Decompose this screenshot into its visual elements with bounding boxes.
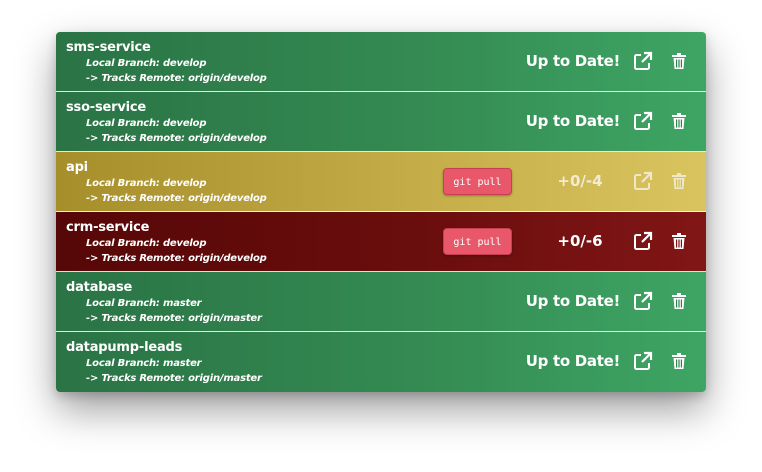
- status-text: Up to Date!: [525, 52, 621, 70]
- tracks-remote: -> Tracks Remote: origin/master: [86, 373, 262, 384]
- tracks-remote: -> Tracks Remote: origin/develop: [86, 133, 267, 144]
- repo-row-database: database Local Branch: master -> Tracks …: [56, 272, 706, 332]
- repo-name: database: [66, 280, 133, 295]
- status-text: Up to Date!: [525, 292, 621, 310]
- trash-icon[interactable]: [672, 113, 686, 129]
- external-link-icon[interactable]: [633, 111, 653, 131]
- git-pull-button[interactable]: git pull: [443, 228, 512, 255]
- local-branch: Local Branch: develop: [86, 58, 207, 69]
- repo-row-datapump-leads: datapump-leads Local Branch: master -> T…: [56, 332, 706, 392]
- tracks-remote: -> Tracks Remote: origin/develop: [86, 193, 267, 204]
- trash-icon[interactable]: [672, 293, 686, 309]
- repo-name: datapump-leads: [66, 340, 183, 355]
- trash-icon[interactable]: [672, 353, 686, 369]
- external-link-icon[interactable]: [633, 291, 653, 311]
- repo-name: crm-service: [66, 220, 150, 235]
- trash-icon[interactable]: [672, 173, 686, 189]
- external-link-icon[interactable]: [633, 51, 653, 71]
- trash-icon[interactable]: [672, 53, 686, 69]
- local-branch: Local Branch: develop: [86, 118, 207, 129]
- local-branch: Local Branch: master: [86, 298, 202, 309]
- external-link-icon[interactable]: [633, 231, 653, 251]
- status-text: Up to Date!: [525, 112, 621, 130]
- status-text: Up to Date!: [525, 352, 621, 370]
- tracks-remote: -> Tracks Remote: origin/develop: [86, 253, 267, 264]
- external-link-icon[interactable]: [633, 171, 653, 191]
- repo-row-sms-service: sms-service Local Branch: develop -> Tra…: [56, 32, 706, 92]
- git-pull-button[interactable]: git pull: [443, 168, 512, 195]
- repo-row-sso-service: sso-service Local Branch: develop -> Tra…: [56, 92, 706, 152]
- commit-diff: +0/-6: [557, 232, 603, 250]
- repo-name: api: [66, 160, 88, 175]
- local-branch: Local Branch: master: [86, 358, 202, 369]
- external-link-icon[interactable]: [633, 351, 653, 371]
- local-branch: Local Branch: develop: [86, 178, 207, 189]
- repo-list: sms-service Local Branch: develop -> Tra…: [56, 32, 706, 392]
- tracks-remote: -> Tracks Remote: origin/master: [86, 313, 262, 324]
- commit-diff: +0/-4: [557, 172, 603, 190]
- trash-icon[interactable]: [672, 233, 686, 249]
- tracks-remote: -> Tracks Remote: origin/develop: [86, 73, 267, 84]
- repo-row-api: api Local Branch: develop -> Tracks Remo…: [56, 152, 706, 212]
- repo-name: sms-service: [66, 40, 151, 55]
- repo-name: sso-service: [66, 100, 147, 115]
- local-branch: Local Branch: develop: [86, 238, 207, 249]
- repo-row-crm-service: crm-service Local Branch: develop -> Tra…: [56, 212, 706, 272]
